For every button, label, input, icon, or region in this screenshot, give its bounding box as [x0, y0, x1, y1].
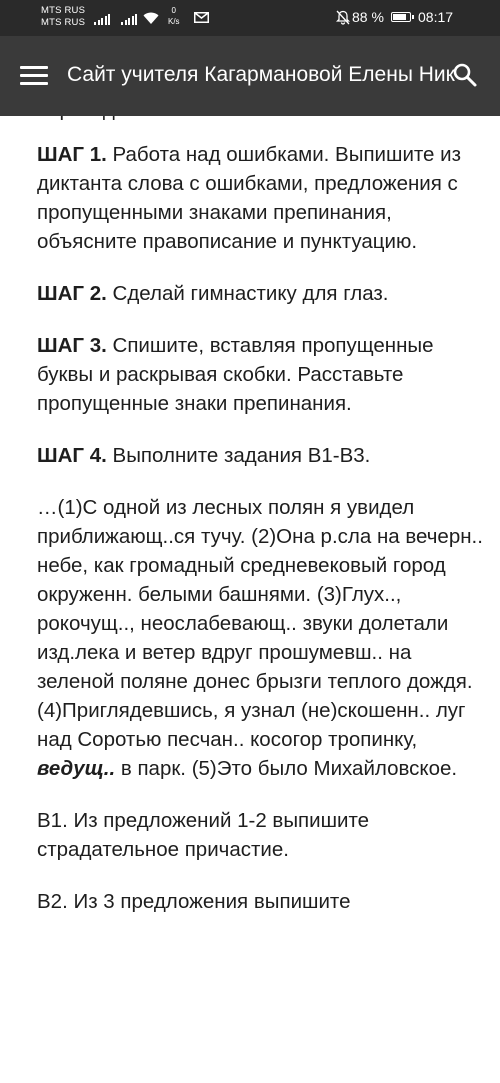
battery-level: [393, 14, 407, 20]
passage-emphasis: ведущ..: [37, 757, 116, 780]
site-title: Сайт учителя Кагармановой Елены Ник: [67, 63, 455, 86]
clock: 08:17: [418, 9, 454, 25]
search-icon[interactable]: [452, 62, 478, 88]
speed-value: 0: [171, 6, 176, 15]
step-4-paragraph: ШАГ 4. Выполните задания В1-В3.: [37, 441, 487, 470]
step-3-label: ШАГ 3.: [37, 334, 107, 357]
battery-percent: 88 %: [352, 9, 384, 25]
task-b2-paragraph: В2. Из 3 предложения выпишите: [37, 890, 351, 913]
passage-part-2: в парк. (5)Это было Михайловское.: [115, 757, 458, 780]
step-3-paragraph: ШАГ 3. Спишите, вставляя пропущенные бук…: [37, 331, 487, 418]
task-b1-paragraph: В1. Из предложений 1-2 выпишите страдате…: [37, 809, 370, 861]
clipped-previous-line: переходы...: [37, 116, 487, 140]
app-bar: Сайт учителя Кагармановой Елены Ник: [0, 36, 500, 116]
signal-icon: [121, 13, 137, 25]
passage-part-1: …(1)С одной из лесных полян я увидел при…: [37, 496, 483, 751]
battery-icon: [391, 12, 414, 22]
step-4-text: Выполните задания В1-В3.: [106, 444, 371, 467]
passage-paragraph: …(1)С одной из лесных полян я увидел при…: [37, 493, 487, 783]
step-2-paragraph: ШАГ 2. Сделай гимнастику для глаз.: [37, 279, 487, 308]
bell-muted-icon: [336, 10, 350, 25]
wifi-icon: [143, 12, 159, 24]
step-2-label: ШАГ 2.: [37, 282, 107, 305]
speed-unit: K/s: [168, 17, 180, 26]
step-4-label: ШАГ 4.: [37, 444, 107, 467]
carrier-labels: MTS RUS MTS RUS: [41, 5, 85, 29]
status-bar: MTS RUS MTS RUS 0 K/s 88 % 08:17: [0, 0, 500, 36]
step-1-label: ШАГ 1.: [37, 143, 107, 166]
mail-icon: [194, 12, 209, 23]
menu-icon[interactable]: [20, 66, 48, 86]
step-2-text: Сделай гимнастику для глаз.: [106, 282, 389, 305]
carrier-1: MTS RUS: [41, 5, 86, 16]
signal-icon: [94, 13, 110, 25]
carrier-2: MTS RUS: [41, 17, 86, 28]
page-content: переходы... ШАГ 1. Работа над ошибками. …: [37, 116, 487, 939]
step-1-paragraph: ШАГ 1. Работа над ошибками. Выпишите из …: [37, 140, 487, 256]
network-speed: 0 K/s: [168, 5, 180, 27]
